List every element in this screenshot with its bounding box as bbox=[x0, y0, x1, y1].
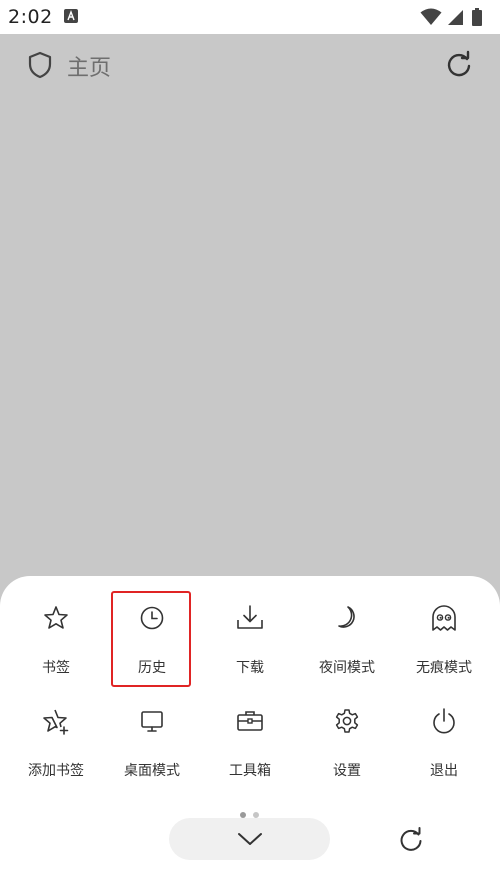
monitor-icon bbox=[141, 711, 163, 732]
menu-item-label: 添加书签 bbox=[28, 763, 84, 779]
menu-item-label: 夜间模式 bbox=[319, 660, 375, 676]
menu-item-downloads[interactable]: 下载 bbox=[211, 603, 289, 695]
toolbox-icon bbox=[237, 711, 263, 731]
wifi-icon bbox=[420, 8, 442, 25]
status-bar: 2:02 bbox=[0, 0, 500, 34]
menu-item-label: 下载 bbox=[236, 660, 264, 676]
highlight-box bbox=[111, 591, 191, 687]
menu-item-desktop-mode[interactable]: 桌面模式 bbox=[113, 706, 191, 798]
reload-icon[interactable] bbox=[444, 50, 474, 80]
star-plus-icon bbox=[43, 709, 69, 735]
power-icon bbox=[433, 708, 455, 734]
status-indicators bbox=[420, 8, 490, 26]
browser-menu-sheet: 书签 历史 下载 夜间模式 无痕模式 添加书签 桌面模式 工具箱 设置 退出 bbox=[0, 576, 500, 888]
menu-item-night-mode[interactable]: 夜间模式 bbox=[308, 603, 386, 695]
refresh-icon[interactable] bbox=[397, 826, 425, 854]
menu-item-label: 书签 bbox=[42, 660, 70, 676]
star-icon bbox=[44, 606, 68, 629]
status-time: 2:02 bbox=[8, 6, 53, 28]
chevron-down-icon bbox=[238, 833, 262, 845]
ghost-icon bbox=[432, 605, 456, 631]
menu-item-add-bookmark[interactable]: 添加书签 bbox=[17, 706, 95, 798]
address-bar[interactable]: 主页 bbox=[0, 34, 500, 96]
menu-item-label: 设置 bbox=[333, 763, 361, 779]
moon-icon bbox=[338, 606, 355, 628]
menu-item-toolbox[interactable]: 工具箱 bbox=[211, 706, 289, 798]
menu-item-label: 桌面模式 bbox=[124, 763, 180, 779]
menu-item-bookmarks[interactable]: 书签 bbox=[17, 603, 95, 695]
battery-icon bbox=[472, 8, 482, 26]
app-notification-icon bbox=[64, 9, 78, 23]
gear-icon bbox=[335, 709, 359, 733]
menu-item-incognito[interactable]: 无痕模式 bbox=[405, 603, 483, 695]
collapse-menu-button[interactable] bbox=[169, 818, 330, 860]
menu-item-label: 无痕模式 bbox=[416, 660, 472, 676]
download-icon bbox=[237, 605, 263, 629]
menu-item-exit[interactable]: 退出 bbox=[405, 706, 483, 798]
shield-icon[interactable] bbox=[27, 51, 53, 79]
page-title[interactable]: 主页 bbox=[67, 50, 111, 82]
menu-item-label: 退出 bbox=[430, 763, 458, 779]
menu-item-settings[interactable]: 设置 bbox=[308, 706, 386, 798]
signal-icon bbox=[448, 10, 463, 25]
menu-item-label: 工具箱 bbox=[229, 763, 271, 779]
